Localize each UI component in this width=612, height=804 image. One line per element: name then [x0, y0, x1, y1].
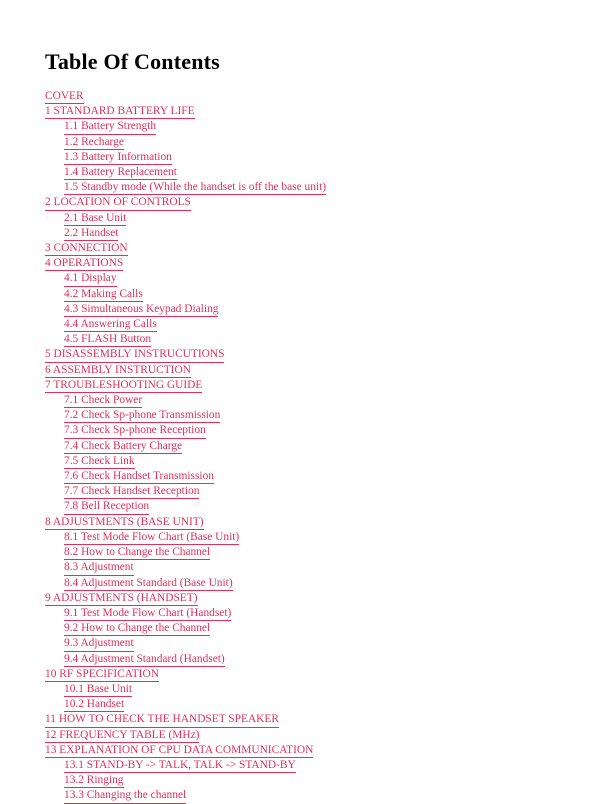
toc-link[interactable]: 7.5 Check Link: [64, 454, 135, 470]
toc-link-label: 7.8 Bell Reception: [64, 500, 150, 515]
toc-link-label: 7.3 Check Sp-phone Reception: [64, 424, 206, 439]
toc-link[interactable]: 7.8 Bell Reception: [64, 499, 150, 515]
toc-link-label: 1.3 Battery Information: [64, 151, 172, 166]
toc-link[interactable]: 13.2 Ringing: [64, 773, 124, 789]
toc-link-label: 9 ADJUSTMENTS (HANDSET): [45, 592, 198, 606]
toc-link[interactable]: 8.2 How to Change the Channel: [64, 545, 211, 561]
table-of-contents-list: COVER 1 STANDARD BATTERY LIFE 1.1 Battery …: [45, 89, 585, 804]
toc-link-label: 2 LOCATION OF CONTROLS: [45, 196, 191, 211]
toc-link-label: 1.2 Recharge: [64, 136, 124, 150]
toc-link-label: 7.5 Check Link: [64, 455, 135, 470]
toc-link[interactable]: 7.2 Check Sp-phone Transmission: [64, 408, 221, 424]
toc-link-label: 13 EXPLANATION OF CPU DATA COMMUNICATION: [45, 744, 314, 758]
toc-link[interactable]: 13.1 STAND-BY -> TALK, TALK -> STAND-BY: [64, 758, 296, 774]
toc-link[interactable]: 2.2 Handset: [64, 226, 119, 242]
document-page: Table Of Contents COVER 1 STANDARD BATTER…: [0, 0, 612, 804]
toc-link[interactable]: 7.4 Check Battery Charge: [64, 439, 183, 454]
toc-link-label: 11 HOW TO CHECK THE HANDSET SPEAKER: [45, 713, 279, 728]
toc-link-label: 1.5 Standby mode (While the handset is o…: [64, 181, 327, 196]
toc-link[interactable]: 3 CONNECTION: [45, 241, 128, 257]
toc-link[interactable]: 8.4 Adjustment Standard (Base Unit): [64, 576, 233, 591]
toc-link-label: 7.6 Check Handset Transmission: [64, 470, 214, 485]
toc-link-label: 8.3 Adjustment: [64, 561, 134, 576]
toc-link-label: 9.4 Adjustment Standard (Handset): [64, 653, 225, 667]
toc-link-label: 1.1 Battery Strength: [64, 120, 157, 135]
toc-link-label: 9.2 How to Change the Channel: [64, 622, 211, 637]
toc-link[interactable]: 4.4 Answering Calls: [64, 317, 157, 333]
toc-link[interactable]: 8.1 Test Mode Flow Chart (Base Unit): [64, 530, 240, 546]
toc-link[interactable]: 9 ADJUSTMENTS (HANDSET): [45, 591, 198, 606]
toc-link-label: 2.1 Base Unit: [64, 212, 127, 226]
toc-link-label: 4.4 Answering Calls: [64, 318, 157, 333]
toc-link-label: 8.1 Test Mode Flow Chart (Base Unit): [64, 531, 240, 546]
toc-link[interactable]: 2.1 Base Unit: [64, 211, 127, 226]
toc-link[interactable]: 1.2 Recharge: [64, 135, 124, 150]
toc-link-label: 1 STANDARD BATTERY LIFE: [45, 105, 195, 120]
toc-link-label: 3 CONNECTION: [45, 242, 128, 257]
toc-link[interactable]: 13.3 Changing the channel: [64, 788, 187, 804]
toc-link[interactable]: 10.1 Base Unit: [64, 682, 133, 698]
toc-link[interactable]: 4.3 Simultaneous Keypad Dialing: [64, 302, 219, 318]
toc-link-label: 4.3 Simultaneous Keypad Dialing: [64, 303, 219, 318]
toc-link[interactable]: 8 ADJUSTMENTS (BASE UNIT): [45, 515, 204, 530]
toc-link[interactable]: 7.1 Check Power: [64, 393, 143, 409]
toc-link-label: 10.2 Handset: [64, 698, 125, 713]
toc-link-label: 4.1 Display: [64, 272, 117, 287]
toc-link[interactable]: 13 EXPLANATION OF CPU DATA COMMUNICATION: [45, 743, 314, 758]
toc-link-label: 13.3 Changing the channel: [64, 789, 187, 804]
toc-link-label: 10.1 Base Unit: [64, 683, 133, 698]
toc-link[interactable]: 6 ASSEMBLY INSTRUCTION: [45, 363, 191, 378]
toc-link-label: 8.2 How to Change the Channel: [64, 546, 211, 561]
toc-link-label: 2.2 Handset: [64, 227, 119, 242]
toc-link-label: 1.4 Battery Replacement: [64, 166, 177, 181]
toc-link-label: 9.1 Test Mode Flow Chart (Handset): [64, 607, 232, 622]
toc-link-label: 8 ADJUSTMENTS (BASE UNIT): [45, 516, 204, 530]
toc-link-label: 4 OPERATIONS: [45, 257, 124, 272]
toc-link-label: 7 TROUBLESHOOTING GUIDE: [45, 379, 203, 394]
toc-link-label: 7.4 Check Battery Charge: [64, 440, 183, 454]
toc-link-label: 7.7 Check Handset Reception: [64, 485, 200, 500]
toc-link[interactable]: 1.3 Battery Information: [64, 150, 172, 166]
toc-link[interactable]: 4.1 Display: [64, 271, 117, 287]
toc-link[interactable]: 1.5 Standby mode (While the handset is o…: [64, 180, 327, 196]
toc-link-label: 6 ASSEMBLY INSTRUCTION: [45, 364, 191, 378]
toc-link-label: 5 DISASSEMBLY INSTRUCUTIONS: [45, 348, 225, 363]
toc-link-label: 13.2 Ringing: [64, 774, 124, 789]
toc-link[interactable]: 2 LOCATION OF CONTROLS: [45, 195, 191, 211]
toc-link[interactable]: COVER: [45, 89, 84, 105]
toc-link-label: 10 RF SPECIFICATION: [45, 668, 159, 682]
toc-link[interactable]: 9.4 Adjustment Standard (Handset): [64, 652, 225, 667]
toc-link[interactable]: 9.3 Adjustment: [64, 636, 134, 652]
toc-link-label: 7.1 Check Power: [64, 394, 143, 409]
toc-link[interactable]: 12 FREQUENCY TABLE (MHz): [45, 728, 200, 743]
toc-link[interactable]: 4.5 FLASH Button: [64, 332, 152, 348]
toc-link[interactable]: 1.1 Battery Strength: [64, 119, 157, 135]
toc-link-label: 7.2 Check Sp-phone Transmission: [64, 409, 221, 424]
toc-link-label: 9.3 Adjustment: [64, 637, 134, 652]
toc-link[interactable]: 4 OPERATIONS: [45, 256, 124, 272]
toc-link[interactable]: 7.6 Check Handset Transmission: [64, 469, 214, 485]
toc-link[interactable]: 10.2 Handset: [64, 697, 125, 713]
toc-link-label: 4.2 Making Calls: [64, 288, 143, 302]
toc-link[interactable]: 7.3 Check Sp-phone Reception: [64, 423, 206, 439]
toc-link-label: 4.5 FLASH Button: [64, 333, 152, 348]
toc-link-label: COVER: [45, 90, 84, 105]
toc-link[interactable]: 10 RF SPECIFICATION: [45, 667, 159, 682]
toc-link[interactable]: 9.1 Test Mode Flow Chart (Handset): [64, 606, 232, 622]
toc-link[interactable]: 7.7 Check Handset Reception: [64, 484, 200, 500]
page-title: Table Of Contents: [45, 49, 220, 74]
toc-link[interactable]: 7 TROUBLESHOOTING GUIDE: [45, 378, 203, 394]
toc-link[interactable]: 4.2 Making Calls: [64, 287, 143, 302]
toc-link-label: 12 FREQUENCY TABLE (MHz): [45, 729, 200, 743]
toc-link[interactable]: 1 STANDARD BATTERY LIFE: [45, 104, 195, 120]
toc-link[interactable]: 5 DISASSEMBLY INSTRUCUTIONS: [45, 347, 225, 363]
toc-link[interactable]: 11 HOW TO CHECK THE HANDSET SPEAKER: [45, 712, 279, 728]
toc-link[interactable]: 8.3 Adjustment: [64, 560, 134, 576]
toc-link-label: 8.4 Adjustment Standard (Base Unit): [64, 577, 233, 591]
toc-link[interactable]: 9.2 How to Change the Channel: [64, 621, 211, 637]
toc-link[interactable]: 1.4 Battery Replacement: [64, 165, 177, 181]
toc-link-label: 13.1 STAND-BY -> TALK, TALK -> STAND-BY: [64, 759, 296, 774]
